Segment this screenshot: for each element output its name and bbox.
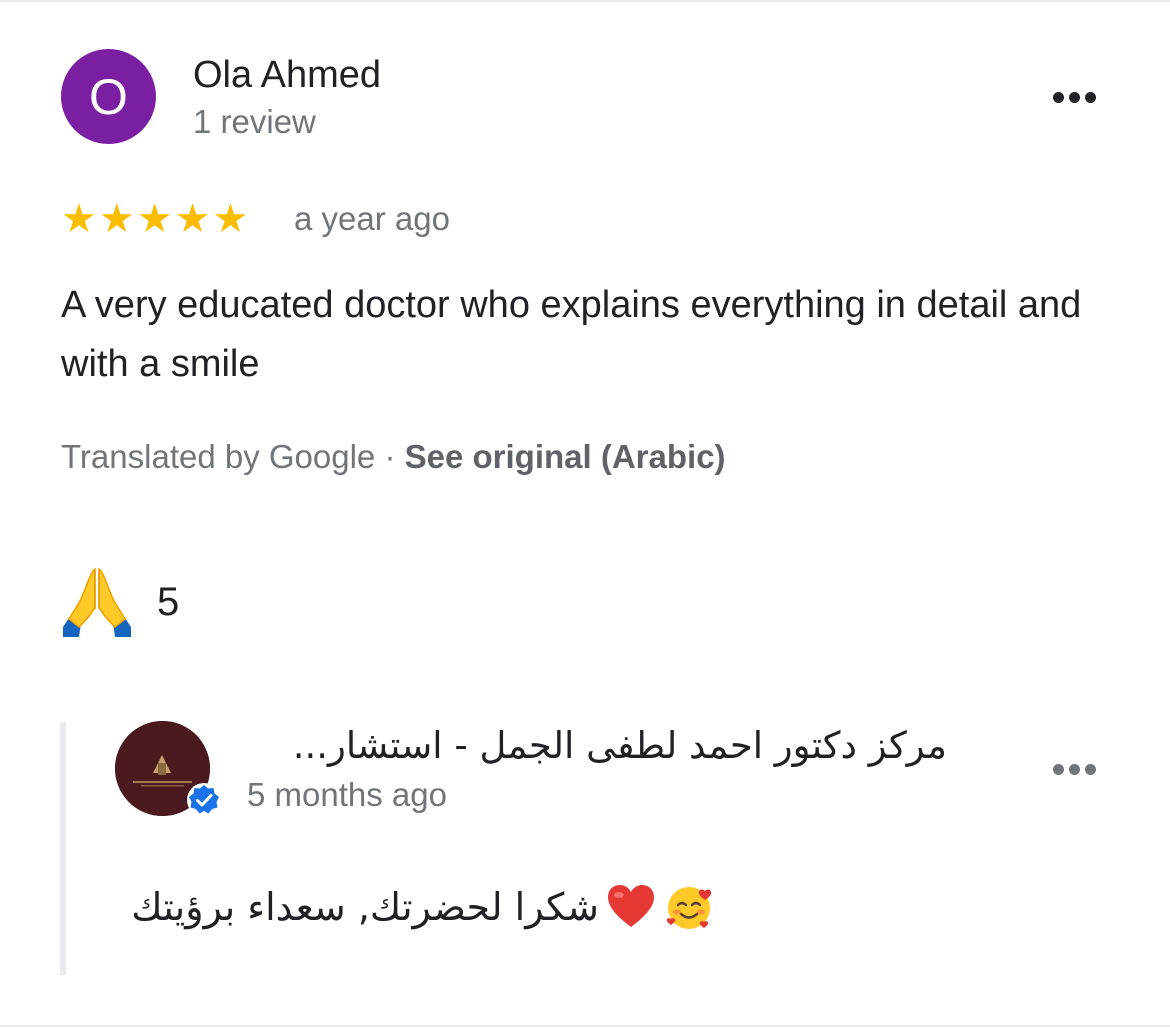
dot-icon (1068, 91, 1080, 103)
smiling-face-with-hearts-icon (666, 887, 712, 929)
dot-icon (1084, 91, 1096, 103)
dot-icon (1052, 763, 1064, 775)
red-heart-icon (608, 885, 654, 927)
business-name[interactable]: مركز دكتور احمد لطفى الجمل - استشار... (247, 724, 947, 767)
translation-note: Translated by Google · See original (Ara… (61, 438, 726, 476)
star-icon: ★ (98, 196, 135, 242)
star-icon: ★ (174, 196, 211, 242)
bottom-divider (0, 1025, 1170, 1027)
author-name[interactable]: Ola Ahmed (193, 54, 381, 97)
translated-label: Translated by Google · (61, 438, 405, 475)
top-divider (0, 0, 1170, 2)
see-original-link[interactable]: See original (Arabic) (405, 438, 726, 475)
reply-text: شكرا لحضرتك, سعداء برؤيتك (131, 885, 599, 929)
avatar-initial: O (89, 68, 128, 125)
reaction-count: 5 (157, 580, 180, 624)
star-icon: ★ (136, 196, 173, 242)
dot-icon (1084, 763, 1096, 775)
review-text: A very educated doctor who explains ever… (61, 284, 1082, 385)
reply-indent-bar (60, 722, 66, 975)
star-icon: ★ (61, 196, 97, 242)
reply-timestamp: 5 months ago (247, 776, 447, 813)
author-review-count: 1 review (193, 103, 316, 140)
verified-badge-icon (187, 783, 221, 817)
folded-hands-icon[interactable] (61, 565, 133, 637)
star-icon: ★ (212, 196, 249, 242)
review-more-options-button[interactable] (1044, 79, 1104, 115)
author-avatar[interactable]: O (61, 49, 156, 144)
star-rating: ★ ★ ★ ★ ★ (61, 195, 248, 243)
review-timestamp: a year ago (294, 200, 450, 237)
dot-icon (1052, 91, 1064, 103)
reply-text-row: شكرا لحضرتك, سعداء برؤيتك (115, 877, 715, 937)
reply-more-options-button[interactable] (1044, 751, 1104, 787)
dot-icon (1068, 763, 1080, 775)
